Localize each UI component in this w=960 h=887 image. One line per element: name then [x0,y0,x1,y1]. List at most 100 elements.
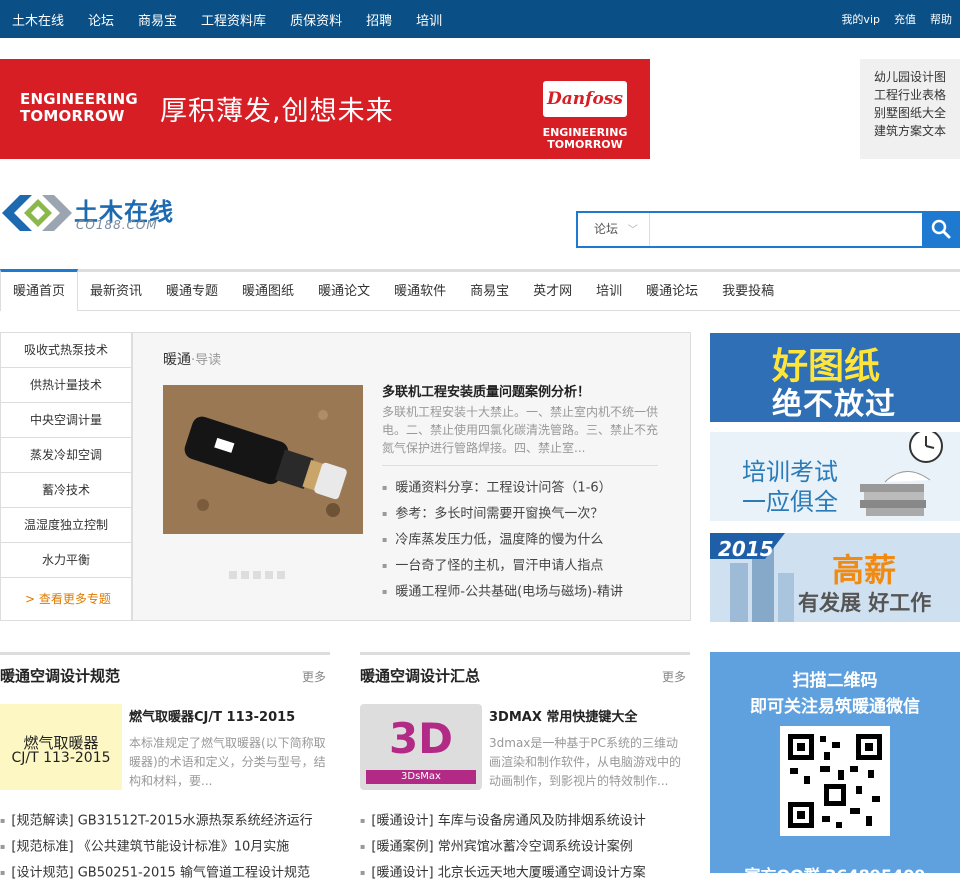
quick-link[interactable]: 别墅图纸大全 [874,104,960,122]
ad-good-drawings[interactable]: 好图纸 绝不放过 [710,333,960,422]
more-link[interactable]: 更多 [302,668,326,685]
site-logo[interactable]: 土木在线 CO188.COM [2,192,192,234]
tab-news[interactable]: 最新资讯 [78,272,154,311]
list-item[interactable]: [暖通设计] 北京长远天地大厦暖通空调设计方案 [360,860,645,886]
topic-menu: 吸收式热泵技术 供热计量技术 中央空调计量 蒸发冷却空调 蓄冷技术 温湿度独立控… [0,332,132,621]
guide-panel: 暖通·导读 多联机工程安装质量问题案例分析！ 多联机工程安装十大禁止。一、禁止室… [132,332,691,621]
thumb-line2: CJ/T 113-2015 [11,750,111,766]
topic-menu-item[interactable]: 蒸发冷却空调 [1,438,131,473]
tab-forum[interactable]: 暖通论坛 [634,272,710,311]
carousel-dot[interactable] [253,571,261,579]
tab-submit[interactable]: 我要投稿 [710,272,786,311]
3dsmax-thumbnail[interactable]: 3D 3DsMax [360,704,482,790]
list-item[interactable]: 暖通工程师-公共基础(电场与磁场)-精讲 [382,580,623,606]
top-nav-shangyibao[interactable]: 商易宝 [138,10,177,29]
standard-thumbnail[interactable]: 燃气取暖器 CJ/T 113-2015 [0,704,122,790]
guide-title: 暖通·导读 [163,349,221,369]
ad3-year: 2015 [718,537,774,561]
carousel-dot[interactable] [277,571,285,579]
carousel-dot[interactable] [241,571,249,579]
wechat-qr-ad[interactable]: 扫描二维码 即可关注易筑暖通微信 官方QQ群 264895409 [710,652,960,885]
section-hvac-standards: 暖通空调设计规范 更多 燃气取暖器 CJ/T 113-2015 燃气取暖器CJ/… [0,652,330,881]
tab-talent[interactable]: 英才网 [521,272,584,311]
standards-list: [规范解读] GB31512T-2015水源热泵系统经济运行 [规范标准] 《公… [0,808,313,886]
thumb-3dsmax: 3DsMax [366,770,476,784]
guide-link-list: 暖通资料分享：工程设计问答（1-6） 参考：多长时间需要开窗换气一次？ 冷库蒸发… [382,476,623,606]
list-item[interactable]: 参考：多长时间需要开窗换气一次？ [382,502,623,528]
my-vip-link[interactable]: 我的vip [841,11,880,27]
quick-link[interactable]: 幼儿园设计图 [874,68,960,86]
danfoss-banner-ad[interactable]: ENGINEERING TOMORROW 厚积薄发,创想未来 Danfoss E… [0,59,650,159]
ad-training-exam[interactable]: 培训考试 一应俱全 [710,432,960,521]
top-nav-jobs[interactable]: 招聘 [366,10,392,29]
topic-menu-item[interactable]: 水力平衡 [1,543,131,578]
featured-title[interactable]: 3DMAX 常用快捷键大全 [489,706,637,725]
topic-menu-item[interactable]: 蓄冷技术 [1,473,131,508]
channel-nav: 暖通首页 最新资讯 暖通专题 暖通图纸 暖通论文 暖通软件 商易宝 英才网 培训… [0,268,960,311]
topic-menu-item[interactable]: 温湿度独立控制 [1,508,131,543]
tab-topics[interactable]: 暖通专题 [154,272,230,311]
list-item[interactable]: [暖通案例] 常州宾馆冰蓄冷空调系统设计案例 [360,834,646,860]
search-button[interactable] [922,211,960,248]
design-list: [暖通设计] 车库与设备房通风及防排烟系统设计 [暖通案例] 常州宾馆冰蓄冷空调… [360,808,646,886]
ad3-line2: 有发展 好工作 [798,591,932,615]
list-item[interactable]: 一台奇了怪的主机，冒汗申请人指点 [382,554,623,580]
banner-eng-line1: ENGINEERING [20,90,138,108]
list-item[interactable]: [规范解读] GB31512T-2015水源热泵系统经济运行 [0,808,312,834]
tab-drawings[interactable]: 暖通图纸 [230,272,306,311]
list-item[interactable]: 冷库蒸发压力低，温度降的慢为什么 [382,528,623,554]
featured-desc: 本标准规定了燃气取暖器(以下简称取暖器)的术语和定义，分类与型号，结构和材料，要… [129,736,326,788]
top-user-links: 我的vip 充值 帮助 [841,0,952,38]
carousel-dot[interactable] [265,571,273,579]
qr-code-icon [780,726,890,836]
top-nav-quality[interactable]: 质保资料 [290,10,342,29]
guide-title-suffix: 导读 [195,353,222,368]
recharge-link[interactable]: 充值 [894,11,916,27]
chevron-down-icon: ﹀ [627,225,638,236]
list-item[interactable]: 暖通资料分享：工程设计问答（1-6） [382,476,623,502]
topic-menu-item[interactable]: 吸收式热泵技术 [1,333,131,368]
guide-headline[interactable]: 多联机工程安装质量问题案例分析！ [382,381,590,400]
topic-menu-item[interactable]: 供热计量技术 [1,368,131,403]
carousel-dot[interactable] [229,571,237,579]
quick-link[interactable]: 建筑方案文本 [874,122,960,140]
more-topics-link[interactable]: > 查看更多专题 [1,578,131,620]
search-input[interactable] [652,215,922,244]
topic-menu-item[interactable]: 中央空调计量 [1,403,131,438]
guide-photo[interactable] [163,385,363,534]
ad-recruitment[interactable]: 2015 高薪 有发展 好工作 [710,533,960,622]
section-title: 暖通空调设计汇总 [360,667,481,685]
tab-hvac-home[interactable]: 暖通首页 [0,268,79,311]
section-header: 暖通空调设计汇总 更多 [360,652,690,688]
qr-line2: 即可关注易筑暖通微信 [750,697,920,717]
thumb-3d: 3D [388,714,454,763]
tab-shangyibao[interactable]: 商易宝 [458,272,521,311]
tab-software[interactable]: 暖通软件 [382,272,458,311]
more-link[interactable]: 更多 [662,668,686,685]
top-nav-training[interactable]: 培训 [416,10,442,29]
list-item[interactable]: [暖通设计] 车库与设备房通风及防排烟系统设计 [360,808,645,834]
pipe-fitting-photo [163,385,363,534]
list-item[interactable]: [设计规范] GB50251-2015 输气管道工程设计规范 [0,860,313,886]
featured-desc: 3dmax是一种基于PC系统的三维动画渲染和制作软件，从电脑游戏中的动画制作，到… [489,736,682,788]
quick-link[interactable]: 工程行业表格 [874,86,960,104]
tab-training[interactable]: 培训 [584,272,634,311]
tab-papers[interactable]: 暖通论文 [306,272,382,311]
search-type-label: 论坛 [594,222,619,236]
carousel-dots [229,571,285,579]
section-header: 暖通空调设计规范 更多 [0,652,330,688]
banner-slogan: 厚积薄发,创想未来 [160,96,394,127]
search-box: 论坛 ﹀ [576,211,960,248]
banner-engineering-text: ENGINEERING TOMORROW [20,91,138,125]
top-nav-home[interactable]: 土木在线 [12,10,64,29]
featured-title[interactable]: 燃气取暖器CJ/T 113-2015 [129,706,295,725]
top-nav-forum[interactable]: 论坛 [88,10,114,29]
logo-mark-icon [2,195,72,231]
help-link[interactable]: 帮助 [930,11,952,27]
section-hvac-design: 暖通空调设计汇总 更多 3D 3DsMax 3DMAX 常用快捷键大全 3dma… [360,652,690,881]
qr-line1: 扫描二维码 [792,671,878,691]
ad3-line1: 高薪 [832,551,897,589]
top-nav-library[interactable]: 工程资料库 [201,10,266,29]
search-type-select[interactable]: 论坛 ﹀ [578,213,650,246]
list-item[interactable]: [规范标准] 《公共建筑节能设计标准》10月实施 [0,834,313,860]
